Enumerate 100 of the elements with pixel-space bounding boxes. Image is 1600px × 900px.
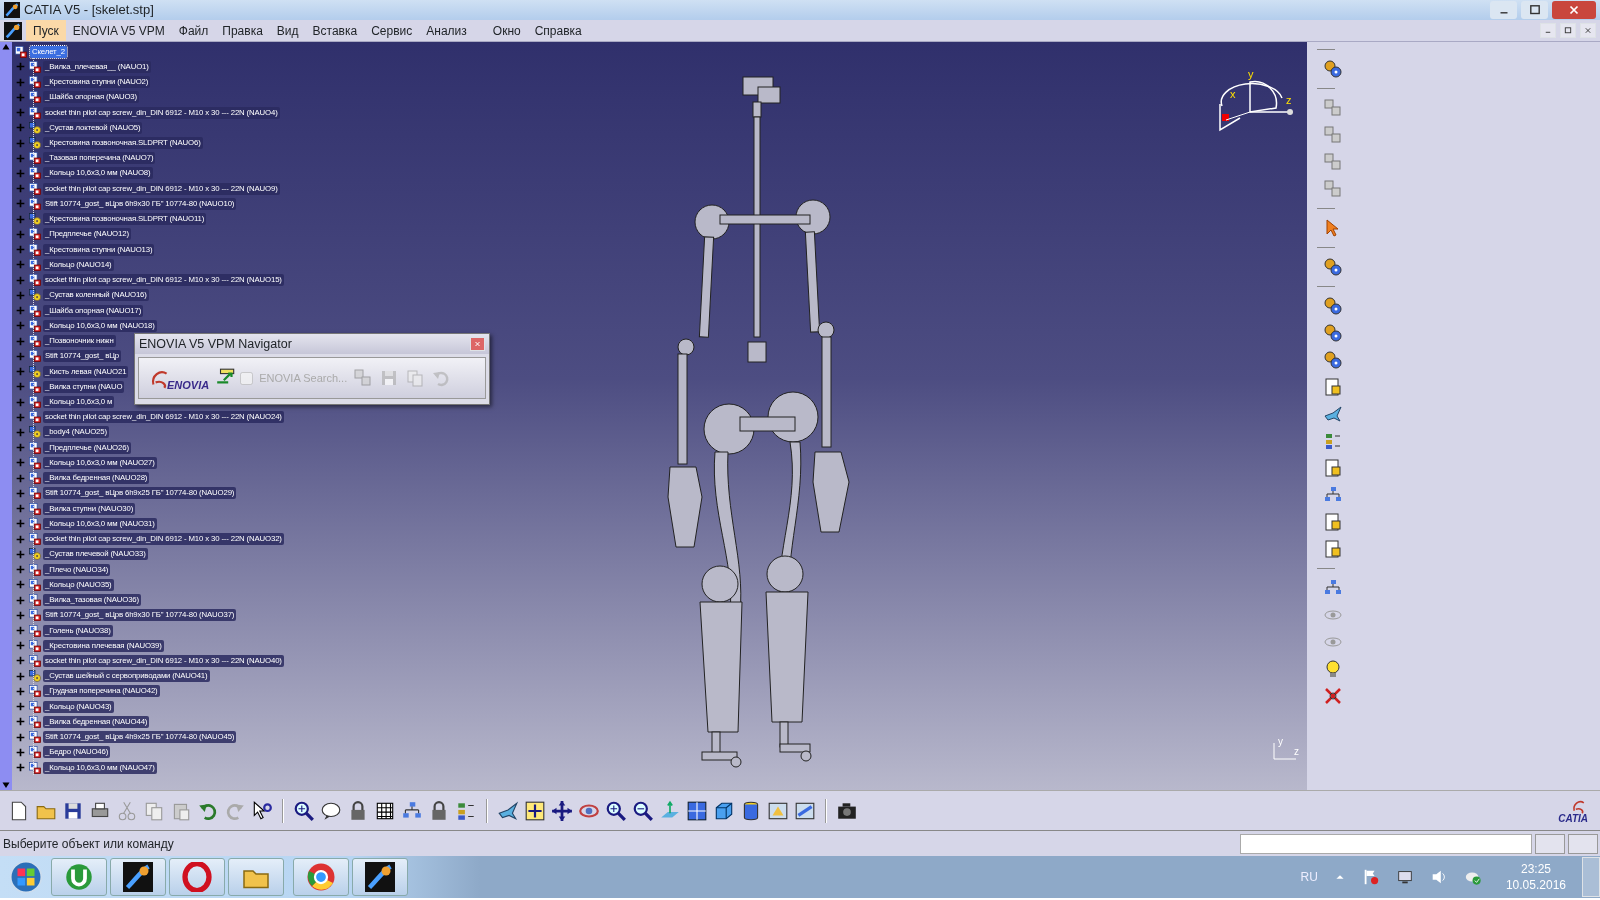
gear-icon[interactable] bbox=[1323, 349, 1343, 371]
assembly-icon[interactable] bbox=[28, 166, 42, 181]
assembly-icon[interactable] bbox=[28, 532, 42, 547]
menu-item[interactable]: Справка bbox=[527, 20, 589, 41]
maximize-button[interactable] bbox=[1521, 1, 1548, 19]
assembly-icon[interactable] bbox=[28, 501, 42, 516]
skeleton-model-drawing[interactable] bbox=[667, 76, 850, 768]
expander-icon[interactable] bbox=[15, 716, 26, 728]
gear-part-icon[interactable] bbox=[28, 120, 42, 135]
assembly-icon[interactable] bbox=[28, 654, 42, 668]
expander-icon[interactable] bbox=[15, 548, 26, 560]
zoom-in-icon[interactable] bbox=[605, 799, 627, 822]
expander-icon[interactable] bbox=[15, 655, 26, 667]
ring-app-icon[interactable] bbox=[182, 862, 212, 892]
3d-viewport[interactable] bbox=[0, 42, 1307, 790]
sheet-icon[interactable] bbox=[1323, 511, 1343, 533]
assembly-icon[interactable] bbox=[28, 318, 42, 333]
menu-item[interactable]: Окно bbox=[485, 20, 528, 41]
expander-icon[interactable] bbox=[15, 685, 26, 697]
menu-item[interactable]: Анализ bbox=[419, 20, 474, 41]
assembly-icon[interactable] bbox=[28, 623, 42, 638]
assembly-icon[interactable] bbox=[28, 684, 42, 699]
assembly-icon[interactable] bbox=[28, 379, 42, 394]
bulb-icon[interactable] bbox=[1323, 658, 1343, 680]
assembly-icon[interactable] bbox=[28, 257, 42, 272]
assembly-icon[interactable] bbox=[28, 562, 42, 577]
assembly-icon[interactable] bbox=[28, 334, 42, 349]
gear-part-icon[interactable] bbox=[28, 364, 42, 379]
sheet-icon[interactable] bbox=[1323, 376, 1343, 398]
expander-icon[interactable] bbox=[15, 746, 26, 758]
assembly-icon[interactable] bbox=[28, 395, 42, 409]
menu-item[interactable]: Правка bbox=[215, 20, 270, 41]
gear-part-icon[interactable] bbox=[28, 547, 42, 562]
expander-icon[interactable] bbox=[15, 625, 26, 636]
assembly-icon[interactable] bbox=[28, 227, 42, 242]
expander-icon[interactable] bbox=[15, 518, 26, 530]
assembly-icon[interactable] bbox=[28, 745, 42, 760]
menu-item[interactable]: Вставка bbox=[305, 20, 365, 41]
gear-icon[interactable] bbox=[1323, 295, 1343, 317]
menu-item[interactable]: Пуск bbox=[26, 20, 66, 41]
pan-icon[interactable] bbox=[551, 799, 573, 822]
expander-icon[interactable] bbox=[15, 701, 26, 713]
gear-icon[interactable] bbox=[1323, 256, 1343, 278]
assembly-icon[interactable] bbox=[28, 593, 42, 608]
compass-drawing[interactable] bbox=[1219, 80, 1293, 132]
comet-app-icon[interactable] bbox=[123, 862, 153, 892]
gear-part-icon[interactable] bbox=[28, 136, 42, 150]
assembly-icon[interactable] bbox=[28, 151, 42, 166]
assembly-icon[interactable] bbox=[28, 730, 42, 745]
expander-icon[interactable] bbox=[15, 731, 26, 743]
gear-part-icon[interactable] bbox=[28, 425, 42, 440]
assembly-icon[interactable] bbox=[28, 471, 42, 486]
expander-icon[interactable] bbox=[15, 487, 26, 499]
menu-item[interactable]: Сервис bbox=[364, 20, 420, 41]
comet-app-icon[interactable] bbox=[365, 862, 395, 892]
gear-part-icon[interactable] bbox=[28, 288, 42, 303]
expander-icon[interactable] bbox=[15, 579, 26, 591]
network-icon[interactable] bbox=[1395, 868, 1414, 886]
assembly-icon[interactable] bbox=[28, 714, 42, 729]
expander-icon[interactable] bbox=[15, 564, 26, 576]
assembly-icon[interactable] bbox=[28, 608, 42, 623]
expander-icon[interactable] bbox=[15, 503, 26, 515]
window-toggle-button[interactable] bbox=[1535, 833, 1565, 854]
browser-app-icon[interactable] bbox=[306, 862, 336, 892]
gear-part-icon[interactable] bbox=[28, 669, 42, 684]
expander-icon[interactable] bbox=[15, 670, 26, 682]
scrollbar[interactable] bbox=[0, 42, 12, 790]
plane-icon[interactable] bbox=[497, 799, 519, 822]
assembly-icon[interactable] bbox=[28, 440, 42, 455]
assembly-icon[interactable] bbox=[28, 516, 42, 531]
help-cursor-icon[interactable] bbox=[251, 799, 273, 822]
expander-icon[interactable] bbox=[15, 533, 26, 545]
sheet-icon[interactable] bbox=[1323, 457, 1343, 479]
assembly-icon[interactable] bbox=[28, 638, 42, 653]
menu-item[interactable]: Файл bbox=[171, 20, 216, 41]
assembly-icon[interactable] bbox=[28, 699, 42, 714]
circle-app-icon[interactable] bbox=[64, 862, 94, 892]
assembly-icon[interactable] bbox=[28, 303, 42, 318]
gear-part-icon[interactable] bbox=[28, 212, 42, 227]
assembly-icon[interactable] bbox=[28, 760, 42, 775]
zoom-out-icon[interactable] bbox=[632, 799, 654, 822]
close-icon[interactable] bbox=[1567, 3, 1581, 17]
assembly-icon[interactable] bbox=[28, 486, 42, 501]
assembly-icon[interactable] bbox=[28, 349, 42, 364]
menu-item[interactable]: Вид bbox=[269, 20, 306, 41]
catia-document-icon[interactable] bbox=[4, 21, 22, 40]
command-input-field[interactable] bbox=[1240, 833, 1532, 854]
menu-item[interactable]: ENOVIA V5 VPM bbox=[65, 20, 172, 41]
assembly-icon[interactable] bbox=[28, 410, 42, 425]
expander-icon[interactable] bbox=[15, 762, 26, 774]
assembly-icon[interactable] bbox=[14, 44, 28, 59]
assembly-icon[interactable] bbox=[28, 75, 42, 90]
assembly-icon[interactable] bbox=[28, 181, 42, 196]
multi-view-icon[interactable] bbox=[686, 799, 708, 822]
expander-icon[interactable] bbox=[15, 594, 26, 606]
sheet-icon[interactable] bbox=[1323, 538, 1343, 560]
assembly-icon[interactable] bbox=[28, 577, 42, 592]
assembly-icon[interactable] bbox=[28, 90, 42, 105]
fit-all-icon[interactable] bbox=[524, 799, 546, 822]
assembly-icon[interactable] bbox=[28, 196, 42, 211]
